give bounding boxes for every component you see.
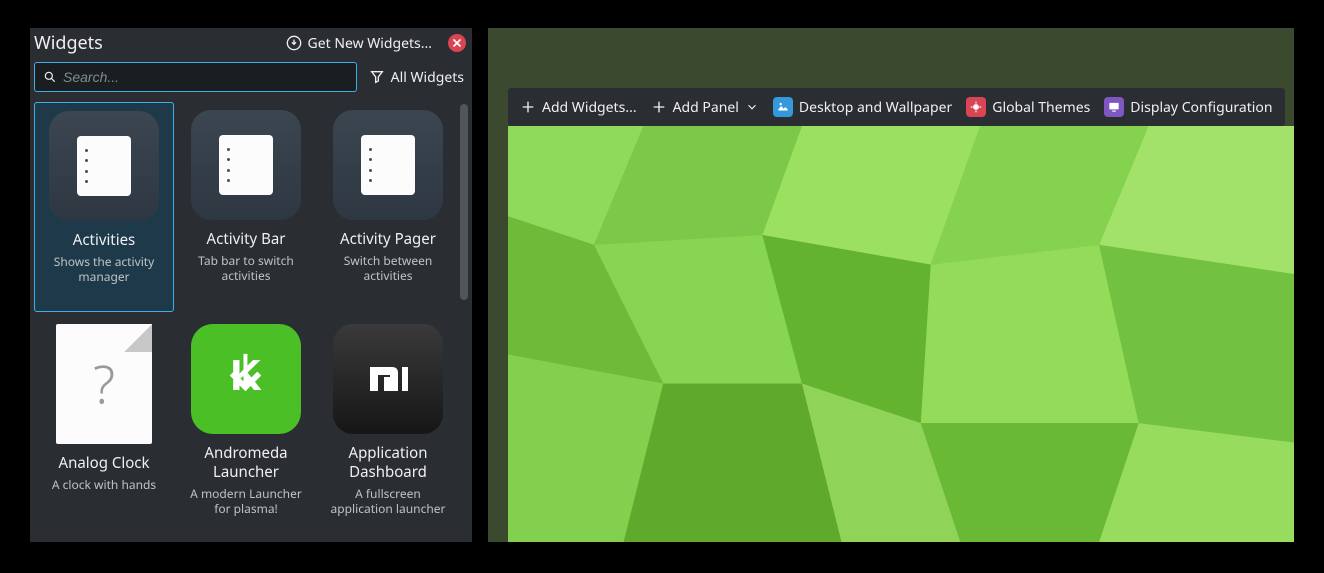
search-field[interactable] xyxy=(34,62,357,92)
get-new-widgets-button[interactable]: Get New Widgets... xyxy=(286,34,432,53)
activities-icon xyxy=(49,111,159,221)
plus-icon xyxy=(520,99,536,115)
widget-card-application-dashboard[interactable]: Application Dashboard A fullscreen appli… xyxy=(318,316,458,526)
global-themes-label: Global Themes xyxy=(992,98,1090,117)
mi-logo-icon xyxy=(356,347,420,411)
display-configuration-button[interactable]: Display Configuration xyxy=(1102,97,1274,117)
search-icon xyxy=(43,70,57,84)
widget-name: Activities xyxy=(41,231,167,250)
widget-search-row: All Widgets xyxy=(30,58,472,98)
widget-panel-title: Widgets xyxy=(34,31,103,55)
widget-card-analog-clock[interactable]: ? Analog Clock A clock with hands xyxy=(34,316,174,526)
widget-desc: Tab bar to switch activities xyxy=(182,253,310,283)
widget-card-activity-pager[interactable]: Activity Pager Switch between activities xyxy=(318,102,458,312)
application-dashboard-icon xyxy=(333,324,443,434)
desktop-wallpaper-label: Desktop and Wallpaper xyxy=(799,98,952,117)
funnel-icon xyxy=(369,69,385,85)
chevron-down-icon xyxy=(745,100,759,114)
activities-icon xyxy=(191,110,301,220)
widget-name: Activity Pager xyxy=(324,230,452,249)
add-panel-button[interactable]: Add Panel xyxy=(649,98,761,117)
widget-desc: A fullscreen application launcher xyxy=(324,486,452,516)
widget-grid-scrollbar[interactable] xyxy=(460,104,468,300)
search-input[interactable] xyxy=(63,69,348,85)
desktop-wallpaper[interactable] xyxy=(508,126,1294,542)
theme-icon xyxy=(966,97,986,117)
widget-desc: Shows the activity manager xyxy=(41,254,167,284)
widget-grid: Activities Shows the activity manager Ac… xyxy=(34,102,472,526)
close-button[interactable] xyxy=(448,34,466,52)
get-new-widgets-label: Get New Widgets... xyxy=(308,34,432,53)
desktop-edit-toolbar: Add Widgets... Add Panel Desktop and Wal… xyxy=(508,88,1285,126)
all-widgets-label: All Widgets xyxy=(391,68,464,87)
add-panel-label: Add Panel xyxy=(673,98,739,117)
plus-icon xyxy=(651,99,667,115)
widget-explorer-panel: Widgets Get New Widgets... All Widgets xyxy=(30,28,472,542)
andromeda-icon: K xyxy=(191,324,301,434)
display-config-label: Display Configuration xyxy=(1130,98,1272,117)
download-icon xyxy=(286,35,302,51)
widget-card-andromeda-launcher[interactable]: K Andromeda Launcher A modern Launcher f… xyxy=(176,316,316,526)
activities-icon xyxy=(333,110,443,220)
add-widgets-button[interactable]: Add Widgets... xyxy=(518,98,639,117)
kde-gear-icon: K xyxy=(211,344,281,414)
widget-name: Activity Bar xyxy=(182,230,310,249)
widget-name: Application Dashboard xyxy=(324,444,452,482)
display-icon xyxy=(1104,97,1124,117)
widget-desc: Switch between activities xyxy=(324,253,452,283)
widget-grid-wrapper: Activities Shows the activity manager Ac… xyxy=(30,98,472,542)
global-themes-button[interactable]: Global Themes xyxy=(964,97,1092,117)
close-icon xyxy=(450,36,464,50)
desktop-and-wallpaper-button[interactable]: Desktop and Wallpaper xyxy=(771,97,954,117)
widget-card-activity-bar[interactable]: Activity Bar Tab bar to switch activitie… xyxy=(176,102,316,312)
svg-text:K: K xyxy=(230,351,262,400)
unknown-file-icon: ? xyxy=(56,324,152,444)
widget-card-activities[interactable]: Activities Shows the activity manager xyxy=(34,102,174,312)
all-widgets-filter-button[interactable]: All Widgets xyxy=(365,68,468,87)
wallpaper-icon xyxy=(773,97,793,117)
widget-name: Analog Clock xyxy=(40,454,168,473)
add-widgets-label: Add Widgets... xyxy=(542,98,637,117)
widget-name: Andromeda Launcher xyxy=(182,444,310,482)
widget-desc: A modern Launcher for plasma! xyxy=(182,486,310,516)
widget-desc: A clock with hands xyxy=(40,477,168,492)
widget-panel-header: Widgets Get New Widgets... xyxy=(30,28,472,58)
desktop-area: Add Widgets... Add Panel Desktop and Wal… xyxy=(488,28,1294,542)
